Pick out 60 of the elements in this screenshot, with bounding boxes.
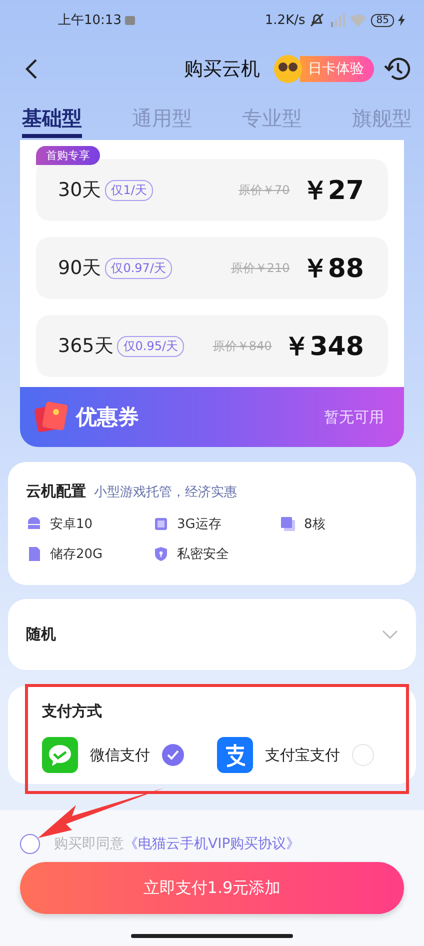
plan-duration: 90天 bbox=[58, 256, 102, 281]
plan-option[interactable]: 30天 仅1/天 原价￥70 ￥27 bbox=[36, 159, 388, 221]
sd-card-icon bbox=[26, 546, 42, 562]
charging-icon bbox=[398, 14, 406, 26]
alipay-icon bbox=[217, 737, 253, 773]
payment-method-label: 支付宝支付 bbox=[265, 746, 340, 764]
first-purchase-tag: 首购专享 bbox=[36, 146, 100, 165]
original-price: 原价￥210 bbox=[230, 260, 290, 276]
plan-price: ￥348 bbox=[284, 330, 364, 364]
battery-icon: 85 bbox=[371, 14, 394, 26]
signal-icon bbox=[329, 13, 346, 27]
region-value: 随机 bbox=[26, 625, 56, 644]
plan-price: ￥88 bbox=[302, 252, 364, 286]
original-price: 原价￥840 bbox=[212, 338, 272, 354]
history-icon[interactable] bbox=[384, 55, 412, 83]
status-time: 上午10:13 bbox=[58, 12, 122, 29]
plan-option[interactable]: 365天 仅0.95/天 原价￥840 ￥348 bbox=[36, 315, 388, 377]
per-day-price: 仅1/天 bbox=[105, 180, 153, 200]
payment-method-label: 微信支付 bbox=[90, 746, 150, 764]
sun-sunglasses-icon bbox=[272, 53, 304, 85]
mute-icon bbox=[309, 13, 326, 27]
agreement-text: 购买即同意《电猫云手机VIP购买协议》 bbox=[54, 835, 300, 853]
per-day-price: 仅0.97/天 bbox=[105, 258, 172, 278]
network-speed: 1.2K/s bbox=[264, 12, 306, 28]
coupon-status: 暂无可用 bbox=[324, 408, 384, 426]
page-title: 购买云机 bbox=[184, 57, 260, 82]
coupon-title: 优惠券 bbox=[76, 404, 139, 431]
original-price: 原价￥70 bbox=[238, 182, 290, 198]
agreement-link[interactable]: 《电猫云手机VIP购买协议》 bbox=[124, 836, 300, 852]
spec-label: 储存20G bbox=[50, 546, 103, 563]
shield-icon bbox=[153, 546, 169, 562]
pay-button[interactable]: 立即支付1.9元添加 bbox=[20, 862, 404, 914]
payment-radio[interactable] bbox=[162, 744, 184, 766]
chat-bubble-icon bbox=[42, 737, 78, 773]
payment-radio[interactable] bbox=[352, 744, 374, 766]
check-icon bbox=[167, 750, 179, 760]
layers-icon bbox=[280, 516, 296, 532]
plan-option[interactable]: 90天 仅0.97/天 原价￥210 ￥88 bbox=[36, 237, 388, 299]
chevron-down-icon bbox=[382, 630, 398, 640]
plan-duration: 30天 bbox=[58, 178, 102, 203]
config-subtitle: 小型游戏托管，经济实惠 bbox=[94, 484, 237, 500]
spec-label: 私密安全 bbox=[177, 546, 229, 563]
payment-title: 支付方式 bbox=[42, 702, 102, 720]
android-icon bbox=[26, 516, 42, 532]
plan-price: ￥27 bbox=[302, 174, 364, 208]
message-icon bbox=[125, 16, 136, 24]
per-day-price: 仅0.95/天 bbox=[117, 336, 184, 356]
config-title: 云机配置 bbox=[26, 482, 86, 501]
plan-duration: 365天 bbox=[58, 334, 114, 359]
spec-label: 安卓10 bbox=[50, 516, 93, 533]
day-card-trial-badge[interactable]: 日卡体验 bbox=[300, 56, 374, 82]
wifi-icon bbox=[349, 13, 368, 27]
spec-label: 3G运存 bbox=[177, 516, 222, 533]
coupon-banner[interactable]: 优惠券 暂无可用 bbox=[20, 387, 404, 447]
spec-label: 8核 bbox=[304, 516, 326, 533]
agreement-checkbox[interactable] bbox=[20, 834, 40, 854]
chip-icon bbox=[153, 516, 169, 532]
region-select[interactable]: 随机 bbox=[8, 599, 416, 670]
back-icon[interactable] bbox=[24, 58, 40, 80]
envelope-icon bbox=[34, 399, 70, 435]
